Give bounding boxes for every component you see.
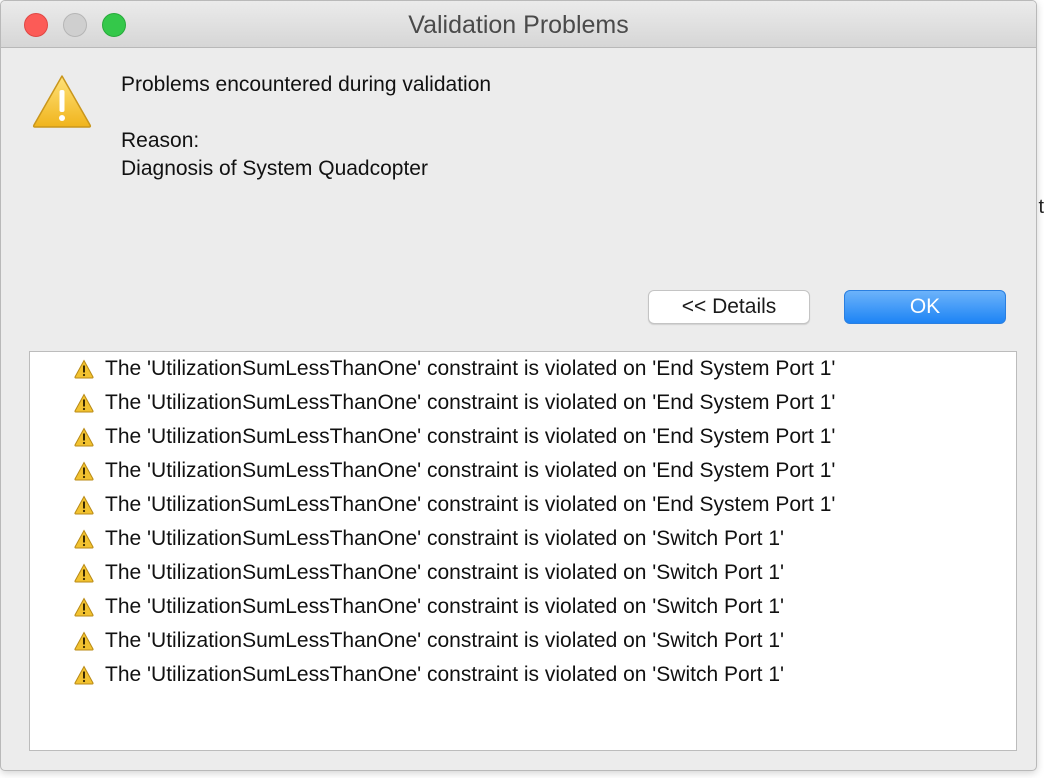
details-list[interactable]: The 'UtilizationSumLessThanOne' constrai…	[29, 351, 1017, 751]
warning-icon	[74, 359, 94, 379]
list-item-text: The 'UtilizationSumLessThanOne' constrai…	[105, 425, 836, 448]
list-item-text: The 'UtilizationSumLessThanOne' constrai…	[105, 357, 836, 380]
warning-icon	[74, 393, 94, 413]
list-item-text: The 'UtilizationSumLessThanOne' constrai…	[105, 459, 836, 482]
message-text: Problems encountered during validation	[121, 73, 492, 96]
warning-icon	[74, 631, 94, 651]
warning-icon	[74, 495, 94, 515]
list-item-text: The 'UtilizationSumLessThanOne' constrai…	[105, 493, 836, 516]
background-app-edge: t	[1036, 0, 1044, 778]
list-item[interactable]: The 'UtilizationSumLessThanOne' constrai…	[30, 523, 1016, 557]
list-item-text: The 'UtilizationSumLessThanOne' constrai…	[105, 629, 785, 652]
warning-icon	[74, 529, 94, 549]
reason-text: Diagnosis of System Quadcopter	[121, 157, 428, 180]
warning-icon	[74, 427, 94, 447]
list-item-text: The 'UtilizationSumLessThanOne' constrai…	[105, 527, 785, 550]
warning-icon	[74, 563, 94, 583]
list-item[interactable]: The 'UtilizationSumLessThanOne' constrai…	[30, 625, 1016, 659]
list-item-text: The 'UtilizationSumLessThanOne' constrai…	[105, 663, 785, 686]
dialog-message: Problems encountered during validation R…	[121, 71, 491, 183]
list-item[interactable]: The 'UtilizationSumLessThanOne' constrai…	[30, 353, 1016, 387]
warning-icon	[74, 461, 94, 481]
list-item[interactable]: The 'UtilizationSumLessThanOne' constrai…	[30, 591, 1016, 625]
list-item[interactable]: The 'UtilizationSumLessThanOne' constrai…	[30, 455, 1016, 489]
list-item[interactable]: The 'UtilizationSumLessThanOne' constrai…	[30, 557, 1016, 591]
reason-label: Reason:	[121, 129, 200, 152]
list-item[interactable]: The 'UtilizationSumLessThanOne' constrai…	[30, 387, 1016, 421]
title-bar[interactable]: Validation Problems	[1, 1, 1036, 48]
list-item-text: The 'UtilizationSumLessThanOne' constrai…	[105, 595, 785, 618]
list-item[interactable]: The 'UtilizationSumLessThanOne' constrai…	[30, 659, 1016, 693]
list-item[interactable]: The 'UtilizationSumLessThanOne' constrai…	[30, 489, 1016, 523]
window-title: Validation Problems	[408, 11, 629, 39]
list-item[interactable]: The 'UtilizationSumLessThanOne' constrai…	[30, 421, 1016, 455]
warning-icon	[74, 665, 94, 685]
ok-button[interactable]: OK	[844, 290, 1006, 324]
background-text: t	[1038, 196, 1044, 218]
list-item-text: The 'UtilizationSumLessThanOne' constrai…	[105, 391, 836, 414]
list-item-text: The 'UtilizationSumLessThanOne' constrai…	[105, 561, 785, 584]
warning-icon	[32, 75, 92, 128]
warning-icon	[74, 597, 94, 617]
validation-dialog: Validation Problems Problems encountered…	[0, 0, 1037, 771]
details-button[interactable]: << Details	[648, 290, 810, 324]
